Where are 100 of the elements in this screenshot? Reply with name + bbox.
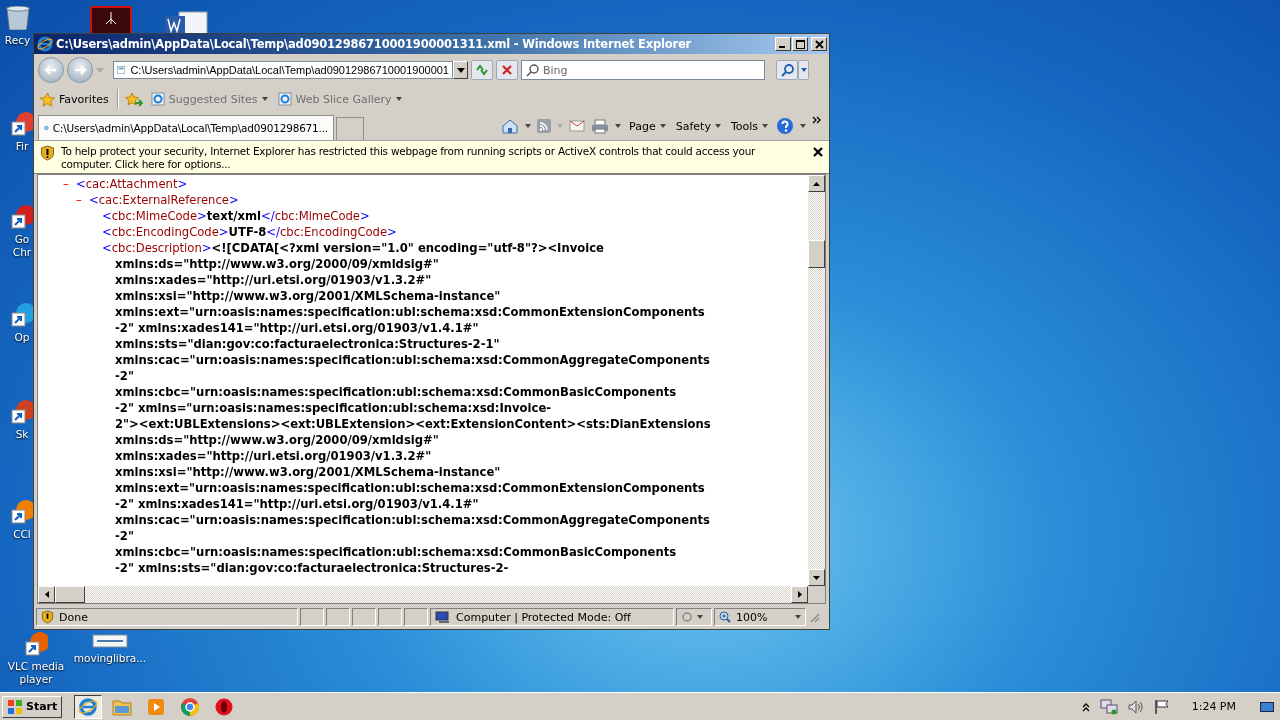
address-dropdown-button[interactable]	[453, 61, 468, 79]
vertical-scrollbar[interactable]	[808, 175, 825, 586]
computer-icon	[435, 610, 451, 624]
pdf-file-icon[interactable]	[90, 6, 132, 34]
word-document-icon[interactable]	[163, 10, 209, 34]
xml-line: xmlns:xsi="http://www.w3.org/2001/XMLSchema-instance"	[115, 289, 501, 303]
zoom-level-button[interactable]: 100%	[714, 608, 806, 626]
xml-line: -2" xmlns:xades141="http://uri.etsi.org/01903/v1.4.1#"	[115, 497, 479, 511]
xml-line: xmlns:ext="urn:oasis:names:specification:ubl:schema:xsd:CommonExtensionComponents	[115, 481, 705, 495]
stop-x-icon	[501, 64, 513, 76]
browser-tab[interactable]: C:\Users\admin\AppData\Local\Temp\ad0901298671...	[38, 115, 334, 140]
desktop-icon-label[interactable]: Op	[14, 331, 30, 344]
network-icon[interactable]	[1099, 698, 1118, 715]
xml-line: xmlns:sts="dian:gov:co:facturaelectronica:Structures-2-1"	[115, 337, 500, 351]
search-options-button[interactable]	[798, 60, 809, 80]
xml-line: xmlns:cac="urn:oasis:names:specification:ubl:schema:xsd:CommonAggregateComponents	[115, 513, 710, 527]
up-arrow-icon	[813, 181, 820, 186]
xml-line: <cbc:Description><![CDATA[<?xml version="1.0" encoding="utf-8"?><Invoice	[102, 241, 604, 255]
back-button[interactable]	[38, 57, 64, 83]
desktop-icon-label[interactable]: Go Chr	[10, 233, 34, 259]
window-title: C:\Users\admin\AppData\Local\Temp\ad09012986710001900001311.xml - Windows Internet Explorer	[56, 37, 692, 51]
collapse-toggle[interactable]: –	[76, 193, 89, 207]
dropdown-caret-icon[interactable]	[525, 124, 532, 128]
info-bar[interactable]: To help protect your security, Internet Explorer has restricted this webpage from running scripts or ActiveX controls that could access your computer. Click here for options...	[34, 140, 829, 174]
desktop-icon-label[interactable]: CCl	[13, 528, 31, 541]
speaker-icon[interactable]	[1127, 699, 1144, 714]
dropdown-caret-icon[interactable]	[800, 124, 806, 128]
document-icon[interactable]	[92, 634, 128, 648]
back-arrow-icon	[44, 63, 58, 77]
o-logo-icon	[214, 696, 235, 717]
stop-button[interactable]	[496, 60, 518, 80]
down-arrow-icon	[813, 575, 820, 580]
xml-line: xmlns:xsi="http://www.w3.org/2001/XMLSchema-instance"	[115, 465, 501, 479]
scroll-up-button[interactable]	[808, 175, 825, 192]
printer-icon[interactable]	[591, 118, 610, 134]
horizontal-scrollbar[interactable]	[38, 586, 808, 603]
mail-icon[interactable]	[569, 120, 586, 132]
status-text: Done	[59, 610, 88, 624]
status-bar-panel	[352, 608, 376, 626]
minimize-button[interactable]	[775, 37, 791, 51]
xml-line: -2"	[115, 369, 134, 383]
command-menu-button[interactable]: Safety	[673, 117, 723, 135]
address-field[interactable]: C:\Users\admin\AppData\Local\Temp\ad09012986710001900001	[113, 61, 453, 79]
search-icon	[526, 63, 539, 77]
help-icon[interactable]	[776, 117, 794, 135]
xml-line: xmlns:ds="http://www.w3.org/2000/09/xmldsig#"	[115, 433, 439, 447]
search-field[interactable]: Bing	[521, 60, 765, 80]
desktop-icon-label[interactable]: Fir	[15, 140, 29, 153]
windows-logo-icon	[7, 698, 23, 715]
desktop-icon-label[interactable]: movinglibra...	[73, 652, 147, 665]
forward-button[interactable]	[67, 57, 93, 83]
flag-icon[interactable]	[1153, 698, 1170, 715]
caret-icon	[762, 124, 768, 128]
collapse-toggle[interactable]: –	[63, 177, 76, 191]
scrollbar-corner	[808, 586, 825, 603]
command-menu-button[interactable]: Tools	[728, 117, 770, 135]
desktop-icon-label[interactable]: Sk	[15, 428, 29, 441]
xml-line: xmlns:xades="http://uri.etsi.org/01903/v1.3.2#"	[115, 273, 432, 287]
taskbar-app-button[interactable]	[74, 694, 103, 719]
favorites-button[interactable]: Favorites	[38, 89, 111, 109]
maximize-button[interactable]	[792, 37, 808, 51]
folder-icon	[112, 697, 133, 716]
start-button[interactable]: Start	[2, 695, 63, 718]
scroll-down-button[interactable]	[808, 569, 825, 586]
scroll-left-button[interactable]	[38, 586, 55, 603]
close-button[interactable]	[811, 37, 827, 51]
desktop-icon-label[interactable]: Recy	[4, 34, 31, 47]
xml-line: -2" xmlns:sts="dian:gov:co:facturaelectronica:Structures-2-	[115, 561, 509, 575]
xml-line: xmlns:cbc="urn:oasis:names:specification:ubl:schema:xsd:CommonBasicComponents	[115, 545, 677, 559]
caret-icon	[714, 124, 721, 128]
info-bar-message: To help protect your security, Internet Explorer has restricted this webpage from running scripts or ActiveX controls that could access your computer. Click here for options...	[61, 145, 757, 171]
close-icon[interactable]	[813, 147, 823, 157]
lock-settings-icon[interactable]	[681, 611, 703, 623]
web-page-icon	[277, 92, 292, 106]
shortcut-icon[interactable]	[24, 632, 48, 656]
rss-feed-icon[interactable]	[537, 119, 552, 133]
caret-icon	[800, 68, 807, 72]
search-button[interactable]	[776, 60, 798, 80]
security-zone-text: Computer | Protected Mode: Off	[456, 610, 631, 624]
xml-line: -2"	[115, 529, 134, 543]
command-menu-button[interactable]: Page	[627, 117, 668, 135]
close-icon	[814, 39, 824, 49]
xml-line: <cac:ExternalReference>	[89, 193, 239, 207]
show-hidden-icons-icon[interactable]	[1081, 701, 1090, 712]
home-icon[interactable]	[501, 118, 520, 134]
left-arrow-icon	[44, 591, 49, 598]
xml-line: -2" xmlns:xades141="http://uri.etsi.org/01903/v1.4.1#"	[115, 321, 479, 335]
scroll-thumb[interactable]	[55, 586, 85, 603]
play-icon	[146, 696, 167, 717]
scroll-thumb[interactable]	[808, 240, 825, 268]
search-input[interactable]: Bing	[543, 63, 743, 77]
status-bar-panel	[378, 608, 402, 626]
desktop-icon-label[interactable]: VLC media player	[4, 660, 68, 686]
maximize-icon	[795, 39, 805, 49]
scroll-right-button[interactable]	[791, 586, 808, 603]
clock[interactable]: 1:24 PM	[1191, 700, 1236, 713]
resize-grip-icon[interactable]	[808, 611, 820, 623]
chevron-icon[interactable]	[812, 116, 821, 124]
dropdown-caret-icon[interactable]	[615, 124, 622, 128]
refresh-arrows-icon	[475, 64, 489, 76]
